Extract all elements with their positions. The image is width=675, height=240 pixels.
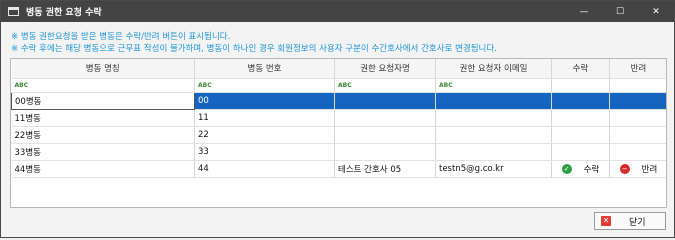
cell-ward-name[interactable]: 00병동 (11, 91, 195, 110)
cell-ward-name[interactable]: 11병동 (11, 109, 195, 127)
col-header-ward-name[interactable]: 병동 명칭 (11, 59, 195, 79)
cell-requester-email[interactable] (435, 143, 552, 161)
cell-accept[interactable] (551, 126, 610, 144)
cell-reject[interactable] (609, 109, 666, 127)
table-row[interactable]: 11병동 11 (11, 109, 666, 127)
title-bar[interactable]: 병동 권한 요청 수락 — ☐ ✕ (1, 1, 674, 22)
cell-ward-number[interactable]: 00 (194, 92, 335, 110)
text-filter-icon[interactable]: ABC (439, 82, 453, 90)
cell-accept[interactable] (551, 143, 610, 161)
minimize-button[interactable]: — (566, 1, 602, 22)
app-window-icon (8, 7, 19, 16)
col-header-requester-email[interactable]: 권한 요청자 이메일 (435, 59, 552, 79)
text-filter-icon[interactable]: ABC (198, 82, 212, 90)
notice-accept-reject: ※ 병동 권한요청을 받은 병동은 수락/반려 버튼이 표시됩니다. (11, 32, 231, 42)
table-row[interactable]: 22병동 22 (11, 126, 666, 144)
filter-cell-ward-number[interactable]: ABC (194, 78, 335, 93)
filter-cell-accept[interactable] (551, 78, 610, 93)
cell-ward-number[interactable]: 11 (194, 109, 335, 127)
cell-requester-email[interactable] (435, 126, 552, 144)
x-box-icon: ✕ (601, 216, 611, 226)
grid-header-row: 병동 명칭 병동 번호 권한 요청자명 권한 요청자 이메일 수락 반려 (11, 59, 666, 79)
window-title: 병동 권한 요청 수락 (26, 8, 102, 18)
maximize-button[interactable]: ☐ (602, 1, 638, 22)
table-row[interactable]: 00병동 00 (11, 91, 666, 110)
reject-button[interactable]: − 반려 (619, 163, 658, 175)
accept-button[interactable]: ✓ 수락 (561, 163, 600, 175)
cell-ward-number[interactable]: 22 (194, 126, 335, 144)
check-circle-icon: ✓ (561, 163, 572, 174)
col-header-reject[interactable]: 반려 (609, 59, 666, 79)
filter-cell-ward-name[interactable]: ABC (11, 78, 195, 93)
cell-ward-number[interactable]: 33 (194, 143, 335, 161)
text-filter-icon[interactable]: ABC (15, 82, 29, 90)
filter-cell-reject[interactable] (609, 78, 666, 93)
filter-cell-requester-name[interactable]: ABC (334, 78, 436, 93)
filter-row: ABC ABC ABC ABC (11, 78, 666, 93)
reject-label: 반려 (641, 164, 658, 175)
close-button-label: 닫기 (629, 217, 646, 228)
col-header-accept[interactable]: 수락 (551, 59, 610, 79)
cell-ward-number[interactable]: 44 (194, 160, 335, 178)
text-filter-icon[interactable]: ABC (338, 82, 352, 90)
dialog-window: 병동 권한 요청 수락 — ☐ ✕ ※ 병동 권한요청을 받은 병동은 수락/반… (0, 0, 675, 238)
cell-requester-name[interactable]: 테스트 간호사 05 (334, 160, 436, 178)
ward-request-grid: 병동 명칭 병동 번호 권한 요청자명 권한 요청자 이메일 수락 반려 ABC… (10, 58, 667, 208)
filter-cell-requester-email[interactable]: ABC (435, 78, 552, 93)
cell-requester-email[interactable] (435, 92, 552, 110)
close-button[interactable]: ✕ 닫기 (594, 212, 666, 230)
cell-reject[interactable] (609, 126, 666, 144)
cell-requester-name[interactable] (334, 126, 436, 144)
accept-label: 수락 (583, 164, 600, 175)
cell-requester-email[interactable]: testn5@g.co.kr (435, 160, 552, 178)
cell-requester-name[interactable] (334, 143, 436, 161)
cell-requester-name[interactable] (334, 92, 436, 110)
cell-ward-name[interactable]: 44병동 (11, 160, 195, 178)
minus-circle-icon: − (619, 163, 630, 174)
cell-reject[interactable] (609, 92, 666, 110)
col-header-requester-name[interactable]: 권한 요청자명 (334, 59, 436, 79)
col-header-ward-number[interactable]: 병동 번호 (194, 59, 335, 79)
cell-accept: ✓ 수락 (551, 160, 610, 178)
cell-accept[interactable] (551, 109, 610, 127)
cell-reject: − 반려 (609, 160, 666, 178)
cell-requester-email[interactable] (435, 109, 552, 127)
cell-requester-name[interactable] (334, 109, 436, 127)
cell-accept[interactable] (551, 92, 610, 110)
table-row[interactable]: 33병동 33 (11, 143, 666, 161)
close-window-button[interactable]: ✕ (638, 1, 674, 22)
table-row[interactable]: 44병동 44 테스트 간호사 05 testn5@g.co.kr ✓ 수락 −… (11, 160, 666, 178)
cell-ward-name[interactable]: 22병동 (11, 126, 195, 144)
window-controls: — ☐ ✕ (566, 1, 674, 22)
cell-ward-name[interactable]: 33병동 (11, 143, 195, 161)
cell-reject[interactable] (609, 143, 666, 161)
notice-role-change: ※ 수락 후에는 해당 병동으로 근무표 작성이 불가하며, 병동이 하나인 경… (11, 44, 497, 54)
